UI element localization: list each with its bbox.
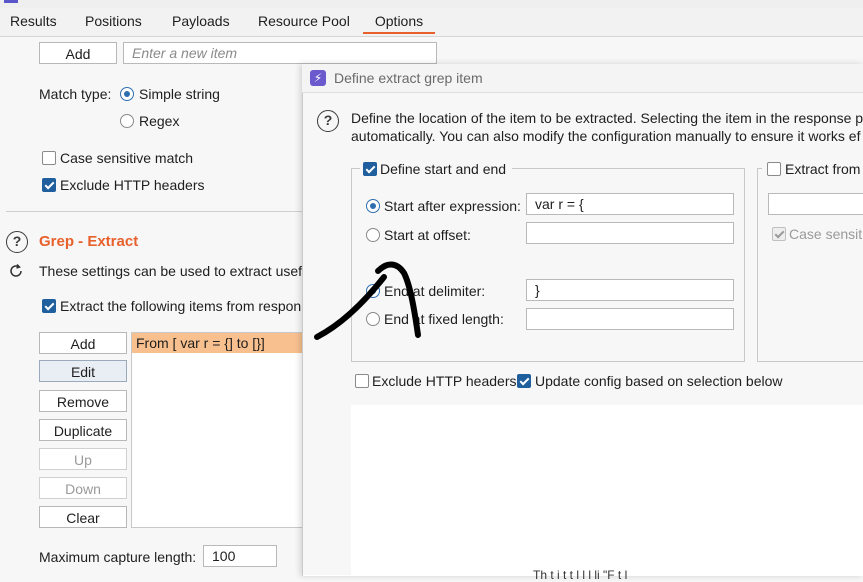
extract-edit-button[interactable]: Edit [39, 360, 127, 382]
tab-results[interactable]: Results [6, 12, 61, 36]
extract-remove-button[interactable]: Remove [39, 390, 127, 412]
update-config-checkbox[interactable] [517, 374, 531, 388]
simple-string-radio[interactable] [120, 87, 134, 101]
extract-from-label: Extract from [785, 161, 861, 177]
dialog-help-icon[interactable]: ? [317, 110, 339, 132]
start-after-expression-label: Start after expression: [384, 198, 521, 214]
tab-payloads[interactable]: Payloads [168, 12, 234, 36]
case-sensitive-dialog-checkbox[interactable] [772, 227, 786, 241]
response-preview[interactable]: Th t i t t l l l li "F t l [351, 405, 863, 582]
window-top-strip [0, 0, 863, 8]
regex-label: Regex [139, 113, 180, 129]
tab-options[interactable]: Options [363, 12, 435, 34]
extract-down-button[interactable]: Down [39, 477, 127, 499]
start-after-expression-radio[interactable] [366, 199, 380, 213]
dialog-description-line1: Define the location of the item to be ex… [351, 110, 863, 126]
dialog-title-bar: ⚡ Define extract grep item [302, 64, 863, 93]
extract-items-label: Extract the following items from respon [60, 298, 302, 314]
grep-extract-title: Grep - Extract [39, 233, 139, 250]
dialog-exclude-headers-label: Exclude HTTP headers [372, 373, 517, 389]
arrow-annotation [314, 261, 421, 340]
dialog-description-line2: automatically. You can also modify the c… [351, 128, 861, 144]
simple-string-label: Simple string [139, 86, 220, 102]
define-start-end-checkbox[interactable] [363, 162, 377, 176]
case-sensitive-checkbox[interactable] [42, 151, 56, 165]
exclude-headers-label: Exclude HTTP headers [60, 177, 205, 193]
regex-radio[interactable] [120, 114, 134, 128]
exclude-headers-checkbox[interactable] [42, 178, 56, 192]
extract-add-button[interactable]: Add [39, 332, 127, 354]
end-at-fixed-length-input[interactable] [526, 308, 734, 330]
extract-duplicate-button[interactable]: Duplicate [39, 419, 127, 441]
tab-bar: Results Positions Payloads Resource Pool… [0, 8, 863, 37]
max-capture-label: Maximum capture length: [39, 549, 197, 565]
extract-from-checkbox[interactable] [767, 162, 781, 176]
lightning-icon: ⚡ [310, 70, 326, 86]
extract-clear-button[interactable]: Clear [39, 506, 127, 528]
grep-extract-description: These settings can be used to extract us… [39, 263, 310, 279]
case-sensitive-dialog-label: Case sensitiv [789, 226, 863, 242]
start-at-offset-input[interactable] [526, 222, 734, 244]
grep-match-add-button[interactable]: Add [39, 42, 117, 64]
app-mark [4, 0, 18, 3]
match-type-label: Match type: [39, 86, 112, 102]
start-at-offset-label: Start at offset: [384, 227, 471, 243]
refresh-icon[interactable] [7, 262, 25, 280]
list-item[interactable]: From [ var r = {] to [}] [132, 333, 302, 353]
extract-items-list[interactable]: From [ var r = {] to [}] [131, 332, 303, 528]
preview-text: Th t i t t l l l li "F t l [533, 568, 628, 582]
extract-up-button[interactable]: Up [39, 448, 127, 470]
dialog-exclude-headers-checkbox[interactable] [355, 374, 369, 388]
tab-positions[interactable]: Positions [81, 12, 146, 36]
dialog-title: Define extract grep item [334, 70, 483, 86]
start-after-expression-input[interactable]: var r = { [526, 193, 734, 215]
new-item-input[interactable]: Enter a new item [123, 42, 437, 64]
start-at-offset-radio[interactable] [366, 228, 380, 242]
update-config-label: Update config based on selection below [535, 373, 783, 389]
case-sensitive-label: Case sensitive match [60, 150, 194, 166]
help-icon[interactable]: ? [6, 231, 28, 253]
end-at-delimiter-input[interactable]: } [526, 279, 734, 301]
tab-resource-pool[interactable]: Resource Pool [254, 12, 354, 36]
max-capture-input[interactable]: 100 [203, 545, 277, 567]
section-divider [6, 211, 302, 212]
extract-from-input[interactable] [768, 193, 863, 215]
extract-items-checkbox[interactable] [42, 299, 56, 313]
define-start-end-label: Define start and end [380, 161, 507, 177]
